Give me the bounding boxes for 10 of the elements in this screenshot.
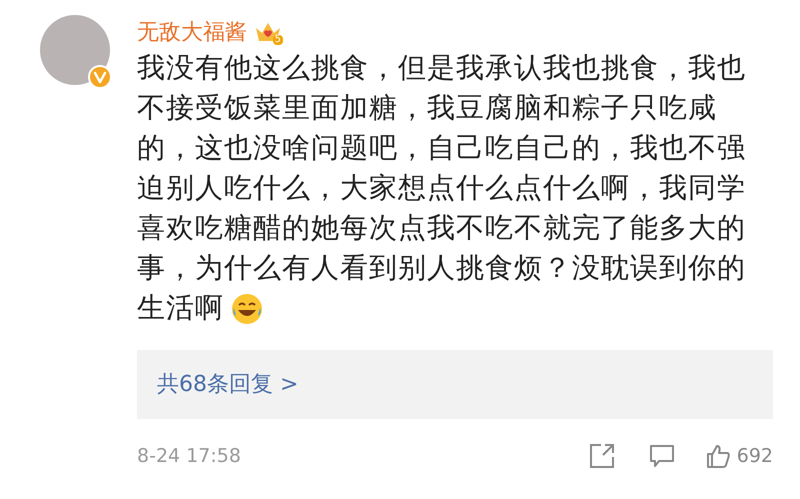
- timestamp: 8-24 17:58: [137, 444, 241, 469]
- replies-link[interactable]: 共68条回复 >: [137, 350, 773, 419]
- vip-level: 5: [272, 35, 283, 45]
- share-icon[interactable]: [588, 443, 615, 469]
- username[interactable]: 无敌大福酱: [137, 16, 247, 48]
- thumbs-up-icon[interactable]: [704, 443, 731, 469]
- comment-icon[interactable]: [648, 443, 675, 469]
- comment-text: 我没有他这么挑食，但是我承认我也挑食，我也不接受饭菜里面加糖，我豆腐脑和粽子只吃咸的，这也没啥问题吧，自己吃自己的，我也不强迫别人吃什么，大家想点什么点什么啊，我同学喜欢吃糖醋的她每次点我不吃不就完了能多大的事，为什么有人看到别人挑食烦？没耽误到你的生活啊: [137, 48, 752, 328]
- laughing-emoji-icon: [230, 292, 264, 326]
- like-count: 692: [736, 444, 773, 469]
